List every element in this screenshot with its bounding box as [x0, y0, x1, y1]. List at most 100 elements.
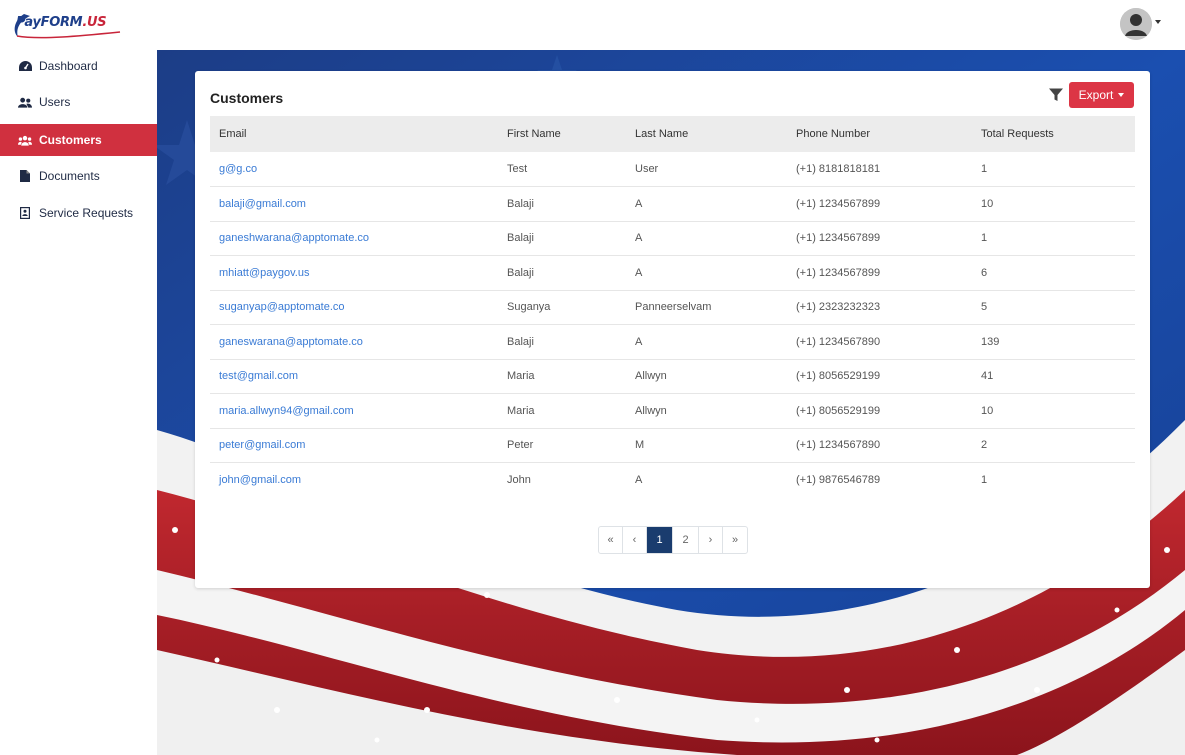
last-name-cell: Panneerselvam	[635, 301, 712, 314]
table-row: john@gmail.com John A (+1) 9876546789 1	[210, 463, 1135, 498]
last-name-cell: A	[635, 266, 643, 279]
brand-name: PayFORM.US	[16, 15, 107, 30]
prev-page-button[interactable]: ‹	[623, 527, 647, 553]
phone-cell: (+1) 1234567890	[796, 335, 881, 348]
email-link[interactable]: suganyap@apptomate.co	[219, 301, 345, 313]
first-name-cell: Balaji	[507, 335, 534, 348]
customers-icon	[18, 133, 32, 147]
table-row: test@gmail.com Maria Allwyn (+1) 8056529…	[210, 359, 1135, 394]
column-header-last-name[interactable]: Last Name	[626, 116, 787, 152]
table-row: balaji@gmail.com Balaji A (+1) 123456789…	[210, 187, 1135, 222]
column-header-email[interactable]: Email	[210, 116, 498, 152]
email-link[interactable]: john@gmail.com	[219, 474, 301, 486]
total-requests-cell: 2	[981, 439, 988, 452]
avatar-icon	[1120, 8, 1152, 40]
email-link[interactable]: g@g.co	[219, 163, 257, 175]
table-row: mhiatt@paygov.us Balaji A (+1) 123456789…	[210, 256, 1135, 291]
user-avatar[interactable]	[1120, 8, 1152, 40]
table-row: peter@gmail.com Peter M (+1) 1234567890 …	[210, 428, 1135, 463]
sidebar-item-label: Dashboard	[39, 59, 98, 73]
column-header-first-name[interactable]: First Name	[498, 116, 626, 152]
phone-cell: (+1) 1234567890	[796, 439, 881, 452]
chevron-down-icon[interactable]	[1155, 20, 1161, 24]
phone-cell: (+1) 1234567899	[796, 197, 881, 210]
users-icon	[18, 95, 32, 109]
last-name-cell: Allwyn	[635, 370, 667, 383]
first-name-cell: John	[507, 474, 531, 486]
email-link[interactable]: peter@gmail.com	[219, 439, 305, 451]
top-bar: PayFORM.US	[0, 0, 1185, 50]
email-cell: g@g.co	[210, 152, 498, 187]
email-cell: test@gmail.com	[210, 359, 498, 394]
table-row: ganeshwarana@apptomate.co Balaji A (+1) …	[210, 221, 1135, 256]
total-requests-cell: 1	[981, 474, 988, 486]
first-name-cell: Balaji	[507, 197, 534, 210]
phone-cell: (+1) 8181818181	[796, 163, 881, 175]
next-page-button[interactable]: ›	[699, 527, 723, 553]
column-header-phone-number[interactable]: Phone Number	[787, 116, 972, 152]
total-requests-cell: 1	[981, 232, 988, 245]
sidebar-item-documents[interactable]: Documents	[0, 160, 157, 192]
email-link[interactable]: ganeshwarana@apptomate.co	[219, 232, 369, 244]
email-link[interactable]: maria.allwyn94@gmail.com	[219, 405, 354, 417]
email-cell: balaji@gmail.com	[210, 187, 498, 222]
last-name-cell: User	[635, 163, 659, 175]
chevron-down-icon	[1118, 93, 1125, 97]
total-requests-cell: 41	[981, 370, 994, 383]
phone-cell: (+1) 1234567899	[796, 232, 881, 245]
pagination: « ‹ 1 2 › »	[598, 526, 748, 554]
total-requests-cell: 10	[981, 197, 994, 210]
email-link[interactable]: ganeswarana@apptomate.co	[219, 336, 363, 348]
export-label: Export	[1078, 88, 1114, 102]
document-icon	[18, 169, 32, 183]
customers-table: Email First Name Last Name Phone Number …	[210, 116, 1135, 497]
table-row: maria.allwyn94@gmail.com Maria Allwyn (+…	[210, 394, 1135, 428]
last-name-cell: A	[635, 232, 643, 245]
email-cell: peter@gmail.com	[210, 428, 498, 463]
first-name-cell: Peter	[507, 439, 534, 452]
first-name-cell: Maria	[507, 404, 535, 417]
first-name-cell: Balaji	[507, 232, 534, 245]
email-link[interactable]: mhiatt@paygov.us	[219, 267, 309, 279]
last-name-cell: A	[635, 474, 643, 486]
total-requests-cell: 1	[981, 163, 988, 175]
total-requests-cell: 6	[981, 266, 988, 279]
export-button[interactable]: Export	[1069, 82, 1134, 108]
sidebar-item-customers[interactable]: Customers	[0, 124, 157, 156]
last-name-cell: A	[635, 197, 643, 210]
sidebar-item-users[interactable]: Users	[0, 86, 157, 118]
sidebar-item-service-requests[interactable]: Service Requests	[0, 197, 157, 229]
sidebar-item-label: Service Requests	[39, 206, 134, 220]
email-link[interactable]: test@gmail.com	[219, 370, 298, 382]
sidebar-item-label: Users	[39, 95, 71, 109]
page-button-1[interactable]: 1	[647, 527, 673, 553]
dashboard-icon	[18, 59, 32, 73]
first-name-cell: Maria	[507, 370, 535, 383]
first-name-cell: Suganya	[507, 301, 551, 314]
email-cell: ganeshwarana@apptomate.co	[210, 221, 498, 256]
email-cell: mhiatt@paygov.us	[210, 256, 498, 291]
email-link[interactable]: balaji@gmail.com	[219, 198, 306, 210]
total-requests-cell: 5	[981, 301, 988, 314]
phone-cell: (+1) 2323232323	[796, 301, 881, 314]
total-requests-cell: 10	[981, 404, 994, 417]
filter-icon[interactable]	[1048, 87, 1064, 103]
service-requests-icon	[18, 206, 32, 220]
table-row: suganyap@apptomate.co Suganya Panneersel…	[210, 290, 1135, 325]
total-requests-cell: 139	[981, 335, 1000, 348]
column-header-total-requests[interactable]: Total Requests	[972, 116, 1135, 152]
last-name-cell: M	[635, 439, 645, 452]
last-page-button[interactable]: »	[723, 527, 747, 553]
customers-card: Customers Export Email First Name Last N…	[195, 71, 1150, 588]
sidebar-item-label: Customers	[39, 133, 102, 147]
first-page-button[interactable]: «	[599, 527, 623, 553]
page-button-2[interactable]: 2	[673, 527, 699, 553]
phone-cell: (+1) 1234567899	[796, 266, 881, 279]
last-name-cell: Allwyn	[635, 404, 667, 417]
table-row: ganeswarana@apptomate.co Balaji A (+1) 1…	[210, 325, 1135, 360]
phone-cell: (+1) 9876546789	[796, 474, 881, 486]
email-cell: ganeswarana@apptomate.co	[210, 325, 498, 360]
sidebar: Dashboard Users Customers Documents Serv…	[0, 50, 157, 755]
phone-cell: (+1) 8056529199	[796, 370, 881, 383]
sidebar-item-dashboard[interactable]: Dashboard	[0, 50, 157, 82]
